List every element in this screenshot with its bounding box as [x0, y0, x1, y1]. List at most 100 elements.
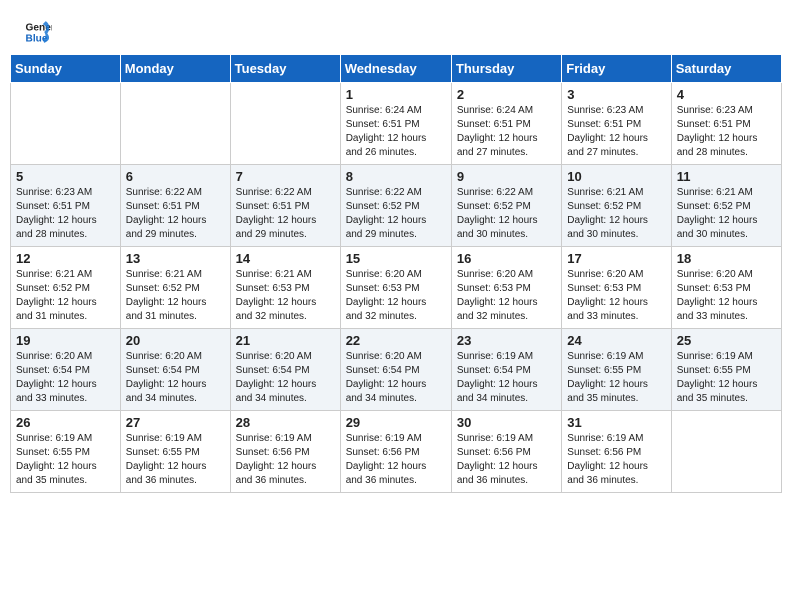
calendar-cell: 20 Sunrise: 6:20 AM Sunset: 6:54 PM Dayli…	[120, 329, 230, 411]
calendar-cell: 22Sunrise: 6:20 AM Sunset: 6:54 PM Dayli…	[340, 329, 451, 411]
header-saturday: Saturday	[671, 55, 781, 83]
calendar-cell: 26 Sunrise: 6:19 AM Sunset: 6:55 PM Dayli…	[11, 411, 121, 493]
calendar-cell: 14 Sunrise: 6:21 AM Sunset: 6:53 PM Dayli…	[230, 247, 340, 329]
day-number: 21	[236, 333, 335, 348]
header-sunday: Sunday	[11, 55, 121, 83]
calendar-cell: 31Sunrise: 6:19 AM Sunset: 6:56 PM Dayli…	[562, 411, 671, 493]
day-info: Sunrise: 6:20 AM Sunset: 6:54 PM Dayligh…	[16, 350, 115, 406]
day-info: Sunrise: 6:22 AM Sunset: 6:52 PM Dayligh…	[346, 186, 446, 242]
logo: General Blue	[24, 18, 52, 46]
day-info: Sunrise: 6:21 AM Sunset: 6:52 PM Dayligh…	[677, 186, 776, 242]
day-number: 5	[16, 169, 115, 184]
day-info: Sunrise: 6:21 AM Sunset: 6:52 PM Dayligh…	[16, 268, 115, 324]
day-number: 31	[567, 415, 665, 430]
day-info: Sunrise: 6:23 AM Sunset: 6:51 PM Dayligh…	[16, 186, 115, 242]
day-info: Sunrise: 6:19 AM Sunset: 6:55 PM Dayligh…	[16, 432, 115, 488]
calendar-cell: 11 Sunrise: 6:21 AM Sunset: 6:52 PM Dayli…	[671, 165, 781, 247]
day-number: 27	[126, 415, 225, 430]
day-info: Sunrise: 6:20 AM Sunset: 6:54 PM Dayligh…	[126, 350, 225, 406]
day-number: 26	[16, 415, 115, 430]
calendar-cell: 9Sunrise: 6:22 AM Sunset: 6:52 PM Daylig…	[451, 165, 561, 247]
day-number: 22	[346, 333, 446, 348]
week-row-3: 12 Sunrise: 6:21 AM Sunset: 6:52 PM Dayli…	[11, 247, 782, 329]
calendar-cell: 13 Sunrise: 6:21 AM Sunset: 6:52 PM Dayli…	[120, 247, 230, 329]
calendar-cell: 18Sunrise: 6:20 AM Sunset: 6:53 PM Dayli…	[671, 247, 781, 329]
day-number: 17	[567, 251, 665, 266]
header-friday: Friday	[562, 55, 671, 83]
day-info: Sunrise: 6:22 AM Sunset: 6:51 PM Dayligh…	[236, 186, 335, 242]
day-info: Sunrise: 6:20 AM Sunset: 6:54 PM Dayligh…	[236, 350, 335, 406]
calendar-cell: 1 Sunrise: 6:24 AM Sunset: 6:51 PM Daylig…	[340, 83, 451, 165]
week-row-1: 1 Sunrise: 6:24 AM Sunset: 6:51 PM Daylig…	[11, 83, 782, 165]
day-number: 6	[126, 169, 225, 184]
day-number: 2	[457, 87, 556, 102]
calendar-cell: 27 Sunrise: 6:19 AM Sunset: 6:55 PM Dayli…	[120, 411, 230, 493]
day-info: Sunrise: 6:19 AM Sunset: 6:56 PM Dayligh…	[236, 432, 335, 488]
calendar-cell: 4 Sunrise: 6:23 AM Sunset: 6:51 PM Daylig…	[671, 83, 781, 165]
day-info: Sunrise: 6:19 AM Sunset: 6:55 PM Dayligh…	[567, 350, 665, 406]
day-info: Sunrise: 6:20 AM Sunset: 6:53 PM Dayligh…	[567, 268, 665, 324]
header-tuesday: Tuesday	[230, 55, 340, 83]
day-number: 23	[457, 333, 556, 348]
day-number: 20	[126, 333, 225, 348]
day-info: Sunrise: 6:19 AM Sunset: 6:55 PM Dayligh…	[126, 432, 225, 488]
day-info: Sunrise: 6:19 AM Sunset: 6:54 PM Dayligh…	[457, 350, 556, 406]
day-info: Sunrise: 6:24 AM Sunset: 6:51 PM Dayligh…	[346, 104, 446, 160]
calendar-header-row: SundayMondayTuesdayWednesdayThursdayFrid…	[11, 55, 782, 83]
calendar-cell	[11, 83, 121, 165]
calendar-cell: 19 Sunrise: 6:20 AM Sunset: 6:54 PM Dayli…	[11, 329, 121, 411]
day-number: 18	[677, 251, 776, 266]
week-row-2: 5 Sunrise: 6:23 AM Sunset: 6:51 PM Daylig…	[11, 165, 782, 247]
day-info: Sunrise: 6:24 AM Sunset: 6:51 PM Dayligh…	[457, 104, 556, 160]
calendar-cell	[671, 411, 781, 493]
calendar-cell: 5 Sunrise: 6:23 AM Sunset: 6:51 PM Daylig…	[11, 165, 121, 247]
header-thursday: Thursday	[451, 55, 561, 83]
day-info: Sunrise: 6:20 AM Sunset: 6:53 PM Dayligh…	[346, 268, 446, 324]
calendar-cell: 24Sunrise: 6:19 AM Sunset: 6:55 PM Dayli…	[562, 329, 671, 411]
day-info: Sunrise: 6:20 AM Sunset: 6:53 PM Dayligh…	[457, 268, 556, 324]
day-info: Sunrise: 6:21 AM Sunset: 6:53 PM Dayligh…	[236, 268, 335, 324]
page-header: General Blue	[0, 0, 792, 54]
day-number: 30	[457, 415, 556, 430]
calendar-cell: 23 Sunrise: 6:19 AM Sunset: 6:54 PM Dayli…	[451, 329, 561, 411]
calendar-cell: 8 Sunrise: 6:22 AM Sunset: 6:52 PM Daylig…	[340, 165, 451, 247]
day-info: Sunrise: 6:21 AM Sunset: 6:52 PM Dayligh…	[126, 268, 225, 324]
day-number: 19	[16, 333, 115, 348]
day-info: Sunrise: 6:19 AM Sunset: 6:56 PM Dayligh…	[457, 432, 556, 488]
day-number: 15	[346, 251, 446, 266]
day-number: 8	[346, 169, 446, 184]
day-number: 12	[16, 251, 115, 266]
day-info: Sunrise: 6:19 AM Sunset: 6:56 PM Dayligh…	[346, 432, 446, 488]
day-number: 13	[126, 251, 225, 266]
calendar-cell: 29 Sunrise: 6:19 AM Sunset: 6:56 PM Dayli…	[340, 411, 451, 493]
day-number: 4	[677, 87, 776, 102]
day-number: 29	[346, 415, 446, 430]
day-info: Sunrise: 6:22 AM Sunset: 6:51 PM Dayligh…	[126, 186, 225, 242]
day-number: 10	[567, 169, 665, 184]
calendar-cell: 28Sunrise: 6:19 AM Sunset: 6:56 PM Dayli…	[230, 411, 340, 493]
calendar-cell: 12 Sunrise: 6:21 AM Sunset: 6:52 PM Dayli…	[11, 247, 121, 329]
day-number: 1	[346, 87, 446, 102]
day-number: 14	[236, 251, 335, 266]
day-info: Sunrise: 6:23 AM Sunset: 6:51 PM Dayligh…	[677, 104, 776, 160]
calendar-table: SundayMondayTuesdayWednesdayThursdayFrid…	[10, 54, 782, 493]
header-monday: Monday	[120, 55, 230, 83]
day-info: Sunrise: 6:21 AM Sunset: 6:52 PM Dayligh…	[567, 186, 665, 242]
day-number: 16	[457, 251, 556, 266]
calendar-cell: 17 Sunrise: 6:20 AM Sunset: 6:53 PM Dayli…	[562, 247, 671, 329]
day-number: 9	[457, 169, 556, 184]
calendar-container: SundayMondayTuesdayWednesdayThursdayFrid…	[0, 54, 792, 503]
week-row-5: 26 Sunrise: 6:19 AM Sunset: 6:55 PM Dayli…	[11, 411, 782, 493]
calendar-cell	[230, 83, 340, 165]
calendar-cell: 6 Sunrise: 6:22 AM Sunset: 6:51 PM Daylig…	[120, 165, 230, 247]
day-number: 3	[567, 87, 665, 102]
calendar-cell: 25Sunrise: 6:19 AM Sunset: 6:55 PM Dayli…	[671, 329, 781, 411]
calendar-cell: 15 Sunrise: 6:20 AM Sunset: 6:53 PM Dayli…	[340, 247, 451, 329]
calendar-cell: 30 Sunrise: 6:19 AM Sunset: 6:56 PM Dayli…	[451, 411, 561, 493]
day-number: 11	[677, 169, 776, 184]
calendar-cell: 7 Sunrise: 6:22 AM Sunset: 6:51 PM Daylig…	[230, 165, 340, 247]
day-number: 7	[236, 169, 335, 184]
header-wednesday: Wednesday	[340, 55, 451, 83]
day-info: Sunrise: 6:19 AM Sunset: 6:55 PM Dayligh…	[677, 350, 776, 406]
day-info: Sunrise: 6:23 AM Sunset: 6:51 PM Dayligh…	[567, 104, 665, 160]
